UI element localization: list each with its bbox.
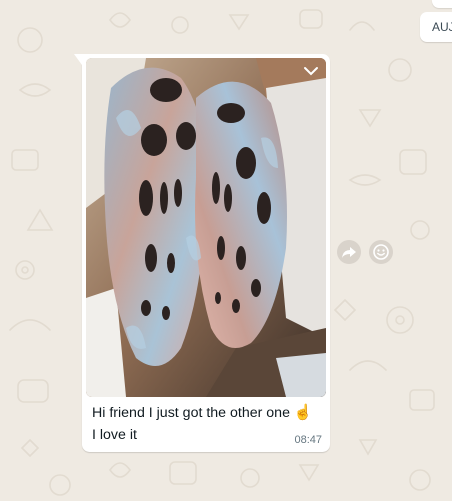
shoes-photo[interactable]	[86, 58, 326, 397]
emoji-icon	[373, 244, 389, 260]
message-time: 08:47	[294, 434, 322, 446]
bubble-tail	[74, 54, 82, 65]
chevron-down-icon[interactable]	[302, 64, 320, 78]
forward-icon	[342, 247, 356, 258]
caption-line-2: I love it	[92, 427, 137, 443]
pointing-up-emoji: ☝️	[293, 404, 313, 421]
date-chip: AUJ	[420, 12, 452, 42]
message-caption: Hi friend I just got the other one ☝️ I …	[92, 402, 328, 446]
previous-message-edge	[432, 0, 452, 8]
react-emoji-button[interactable]	[369, 240, 393, 264]
message-bubble[interactable]: Hi friend I just got the other one ☝️ I …	[74, 54, 330, 452]
forward-button[interactable]	[337, 240, 361, 264]
caption-line-1: Hi friend I just got the other one	[92, 405, 290, 421]
